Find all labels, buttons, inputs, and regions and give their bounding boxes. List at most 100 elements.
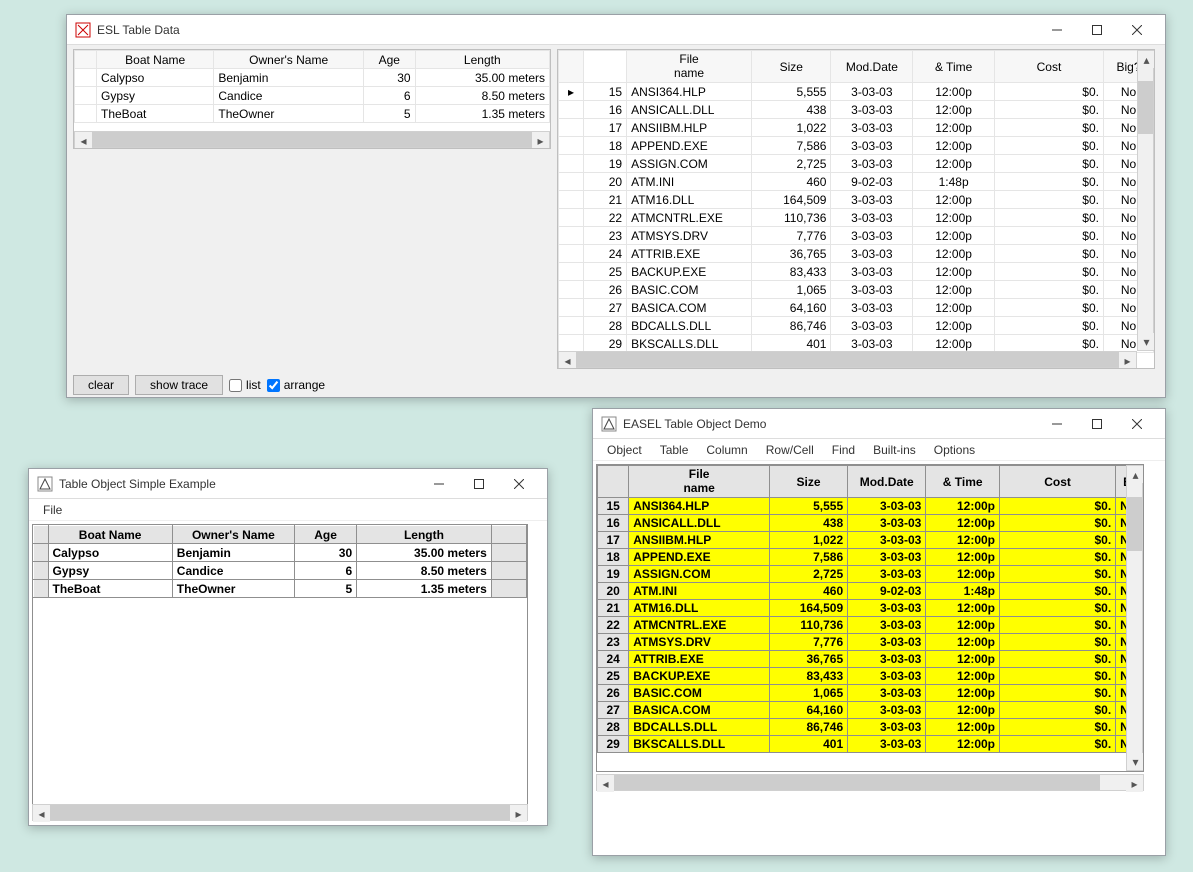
- menu-table[interactable]: Table: [652, 441, 697, 459]
- table-row[interactable]: 27BASICA.COM64,1603-03-0312:00p$0.No: [559, 299, 1154, 317]
- close-button[interactable]: [1117, 16, 1157, 44]
- col-mod-date[interactable]: Mod.Date: [848, 466, 926, 498]
- show-trace-button[interactable]: show trace: [135, 375, 223, 395]
- table-row[interactable]: 16ANSICALL.DLL4383-03-0312:00p$0.No: [559, 101, 1154, 119]
- table-row[interactable]: 24ATTRIB.EXE36,7653-03-0312:00p$0.No: [559, 245, 1154, 263]
- scroll-left-button[interactable]: ◂: [75, 132, 92, 149]
- table-row[interactable]: 15ANSI364.HLP5,5553-03-0312:00p$0.N: [598, 498, 1143, 515]
- table-row[interactable]: 29BKSCALLS.DLL4013-03-0312:00p$0.N: [598, 736, 1143, 753]
- arrange-checkbox[interactable]: [267, 379, 280, 392]
- col-length[interactable]: Length: [357, 526, 492, 544]
- scroll-right-button[interactable]: ▸: [510, 805, 527, 822]
- table-row[interactable]: 17ANSIIBM.HLP1,0223-03-0312:00p$0.No: [559, 119, 1154, 137]
- boat-grid[interactable]: Boat Name Owner's Name Age Length Calyps…: [73, 49, 551, 149]
- table-row[interactable]: 18APPEND.EXE7,5863-03-0312:00p$0.N: [598, 549, 1143, 566]
- scroll-up-button[interactable]: ▴: [1127, 466, 1144, 483]
- table-row[interactable]: 23ATMSYS.DRV7,7763-03-0312:00p$0.N: [598, 634, 1143, 651]
- menu-options[interactable]: Options: [926, 441, 983, 459]
- list-checkbox-label[interactable]: list: [229, 378, 261, 392]
- table-row[interactable]: CalypsoBenjamin3035.00 meters: [34, 544, 527, 562]
- col-file-name[interactable]: Filename: [629, 466, 770, 498]
- table-row[interactable]: 26BASIC.COM1,0653-03-0312:00p$0.N: [598, 685, 1143, 702]
- minimize-button[interactable]: [1037, 16, 1077, 44]
- titlebar[interactable]: Table Object Simple Example: [29, 469, 547, 499]
- scroll-right-button[interactable]: ▸: [532, 132, 549, 149]
- col-mod-date[interactable]: Mod.Date: [831, 51, 913, 83]
- table-row[interactable]: 19ASSIGN.COM2,7253-03-0312:00p$0.N: [598, 566, 1143, 583]
- scroll-up-button[interactable]: ▴: [1138, 51, 1155, 68]
- titlebar[interactable]: ESL Table Data: [67, 15, 1165, 45]
- table-row[interactable]: 23ATMSYS.DRV7,7763-03-0312:00p$0.No: [559, 227, 1154, 245]
- menu-file[interactable]: File: [35, 501, 70, 519]
- maximize-button[interactable]: [1077, 16, 1117, 44]
- scroll-track[interactable]: [1127, 483, 1142, 753]
- col-time[interactable]: & Time: [926, 466, 1000, 498]
- table-row[interactable]: 26BASIC.COM1,0653-03-0312:00p$0.No: [559, 281, 1154, 299]
- scroll-right-button[interactable]: ▸: [1126, 775, 1143, 792]
- file-grid[interactable]: Filename Size Mod.Date & Time Cost Big? …: [557, 49, 1155, 369]
- scroll-left-button[interactable]: ◂: [597, 775, 614, 792]
- col-cost[interactable]: Cost: [994, 51, 1103, 83]
- table-row[interactable]: CalypsoBenjamin3035.00 meters: [75, 69, 550, 87]
- table-row[interactable]: 24ATTRIB.EXE36,7653-03-0312:00p$0.N: [598, 651, 1143, 668]
- arrange-checkbox-label[interactable]: arrange: [267, 378, 325, 392]
- scroll-right-button[interactable]: ▸: [1119, 352, 1136, 369]
- scroll-down-button[interactable]: ▾: [1127, 753, 1144, 770]
- menu-object[interactable]: Object: [599, 441, 650, 459]
- table-row[interactable]: ▸15ANSI364.HLP5,5553-03-0312:00p$0.No: [559, 83, 1154, 101]
- maximize-button[interactable]: [1077, 410, 1117, 438]
- col-rownum[interactable]: [583, 51, 626, 83]
- table-row[interactable]: TheBoatTheOwner51.35 meters: [34, 580, 527, 598]
- scroll-left-button[interactable]: ◂: [559, 352, 576, 369]
- table-row[interactable]: 27BASICA.COM64,1603-03-0312:00p$0.N: [598, 702, 1143, 719]
- col-age[interactable]: Age: [363, 51, 415, 69]
- table-row[interactable]: 21ATM16.DLL164,5093-03-0312:00p$0.No: [559, 191, 1154, 209]
- table-row[interactable]: 28BDCALLS.DLL86,7463-03-0312:00p$0.N: [598, 719, 1143, 736]
- col-boat-name[interactable]: Boat Name: [97, 51, 214, 69]
- scroll-down-button[interactable]: ▾: [1138, 333, 1155, 350]
- col-file-name[interactable]: Filename: [627, 51, 752, 83]
- menu-builtins[interactable]: Built-ins: [865, 441, 924, 459]
- file-grid-yellow[interactable]: Filename Size Mod.Date & Time Cost Bi 15…: [596, 464, 1144, 772]
- table-row[interactable]: 20ATM.INI4609-02-031:48p$0.No: [559, 173, 1154, 191]
- col-owner-name[interactable]: Owner's Name: [214, 51, 364, 69]
- table-row[interactable]: 21ATM16.DLL164,5093-03-0312:00p$0.N: [598, 600, 1143, 617]
- maximize-button[interactable]: [459, 470, 499, 498]
- table-row[interactable]: 18APPEND.EXE7,5863-03-0312:00p$0.No: [559, 137, 1154, 155]
- scroll-track[interactable]: [614, 775, 1126, 790]
- menu-find[interactable]: Find: [824, 441, 863, 459]
- minimize-button[interactable]: [1037, 410, 1077, 438]
- col-size[interactable]: Size: [769, 466, 847, 498]
- table-row[interactable]: 17ANSIIBM.HLP1,0223-03-0312:00p$0.N: [598, 532, 1143, 549]
- col-length[interactable]: Length: [415, 51, 549, 69]
- table-row[interactable]: 22ATMCNTRL.EXE110,7363-03-0312:00p$0.No: [559, 209, 1154, 227]
- table-row[interactable]: 22ATMCNTRL.EXE110,7363-03-0312:00p$0.N: [598, 617, 1143, 634]
- scroll-track[interactable]: [576, 352, 1119, 367]
- col-age[interactable]: Age: [294, 526, 356, 544]
- table-row[interactable]: 29BKSCALLS.DLL4013-03-0312:00p$0.No: [559, 335, 1154, 353]
- scroll-left-button[interactable]: ◂: [33, 805, 50, 822]
- table-row[interactable]: 16ANSICALL.DLL4383-03-0312:00p$0.N: [598, 515, 1143, 532]
- col-cost[interactable]: Cost: [1000, 466, 1116, 498]
- titlebar[interactable]: EASEL Table Object Demo: [593, 409, 1165, 439]
- table-row[interactable]: 25BACKUP.EXE83,4333-03-0312:00p$0.No: [559, 263, 1154, 281]
- table-row[interactable]: 25BACKUP.EXE83,4333-03-0312:00p$0.N: [598, 668, 1143, 685]
- menu-column[interactable]: Column: [698, 441, 755, 459]
- col-size[interactable]: Size: [752, 51, 831, 83]
- table-row[interactable]: TheBoatTheOwner51.35 meters: [75, 105, 550, 123]
- table-row[interactable]: 19ASSIGN.COM2,7253-03-0312:00p$0.No: [559, 155, 1154, 173]
- list-checkbox[interactable]: [229, 379, 242, 392]
- col-boat-name[interactable]: Boat Name: [48, 526, 172, 544]
- col-time[interactable]: & Time: [913, 51, 995, 83]
- close-button[interactable]: [499, 470, 539, 498]
- scroll-track[interactable]: [1138, 68, 1153, 333]
- scroll-track[interactable]: [50, 805, 510, 820]
- close-button[interactable]: [1117, 410, 1157, 438]
- table-row[interactable]: 20ATM.INI4609-02-031:48p$0.N: [598, 583, 1143, 600]
- table-row[interactable]: GypsyCandice68.50 meters: [75, 87, 550, 105]
- table-row[interactable]: 28BDCALLS.DLL86,7463-03-0312:00p$0.No: [559, 317, 1154, 335]
- col-owner-name[interactable]: Owner's Name: [172, 526, 294, 544]
- scroll-track[interactable]: [92, 132, 532, 147]
- menu-rowcell[interactable]: Row/Cell: [758, 441, 822, 459]
- minimize-button[interactable]: [419, 470, 459, 498]
